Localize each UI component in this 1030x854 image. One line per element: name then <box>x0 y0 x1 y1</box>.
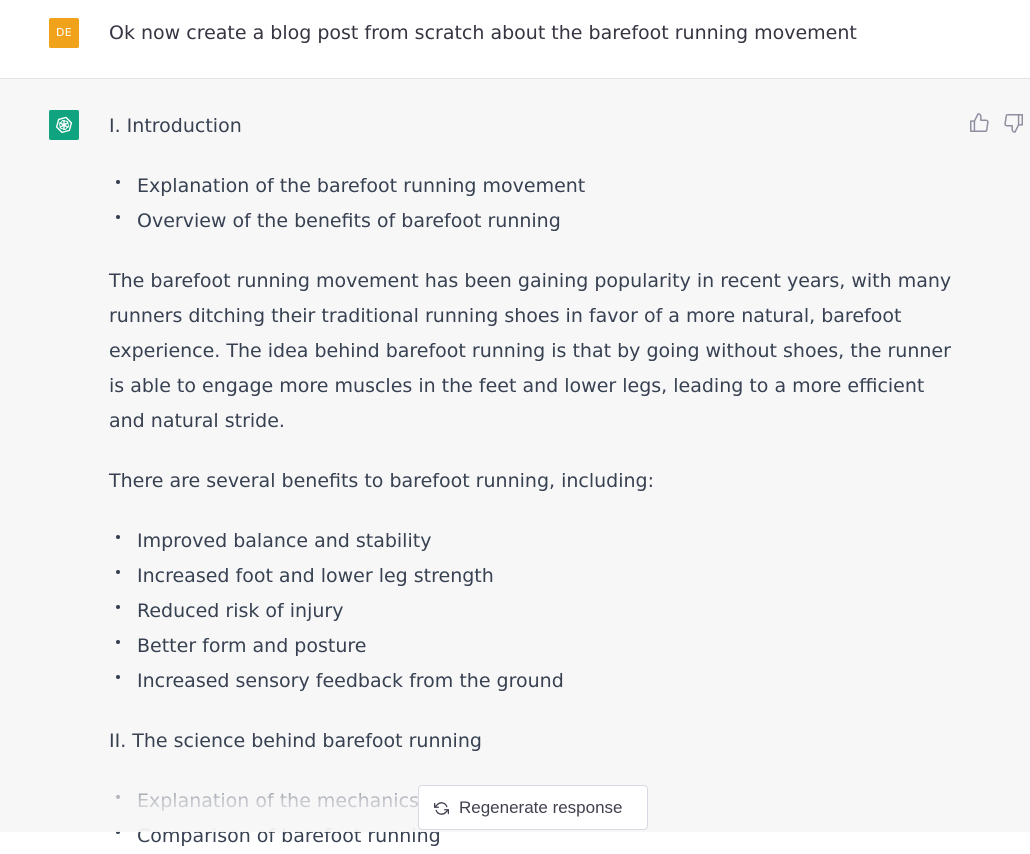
list-item: Reduced risk of injury <box>109 594 954 629</box>
thumbs-down-button[interactable] <box>1003 112 1025 134</box>
section-heading-science: II. The science behind barefoot running <box>109 730 482 752</box>
assistant-avatar <box>49 110 79 140</box>
list-item: Improved balance and stability <box>109 524 954 559</box>
thumbs-up-button[interactable] <box>968 112 990 134</box>
paragraph: The barefoot running movement has been g… <box>109 270 952 432</box>
openai-logo-icon <box>55 116 73 134</box>
user-message-text: Ok now create a blog post from scratch a… <box>109 22 857 44</box>
list-item: Better form and posture <box>109 629 954 664</box>
user-message-row: DE Ok now create a blog post from scratc… <box>0 0 1030 79</box>
list-item: Explanation of the barefoot running move… <box>109 169 954 204</box>
regenerate-response-button[interactable]: Regenerate response <box>418 785 648 830</box>
paragraph: There are several benefits to barefoot r… <box>109 470 655 492</box>
refresh-icon <box>434 801 449 821</box>
list-item: Increased foot and lower leg strength <box>109 559 954 594</box>
regenerate-label: Regenerate response <box>459 798 623 817</box>
list-item: Overview of the benefits of barefoot run… <box>109 204 954 239</box>
assistant-message-content: I. Introduction Explanation of the baref… <box>109 109 954 854</box>
assistant-message-row: I. Introduction Explanation of the baref… <box>0 79 1030 847</box>
user-avatar: DE <box>49 18 79 48</box>
benefits-list: Improved balance and stability Increased… <box>109 524 954 699</box>
thumbs-up-icon <box>970 113 989 133</box>
thumbs-down-icon <box>1004 113 1023 133</box>
outline-list: Explanation of the barefoot running move… <box>109 169 954 239</box>
list-item: Increased sensory feedback from the grou… <box>109 664 954 699</box>
section-heading-introduction: I. Introduction <box>109 115 242 137</box>
